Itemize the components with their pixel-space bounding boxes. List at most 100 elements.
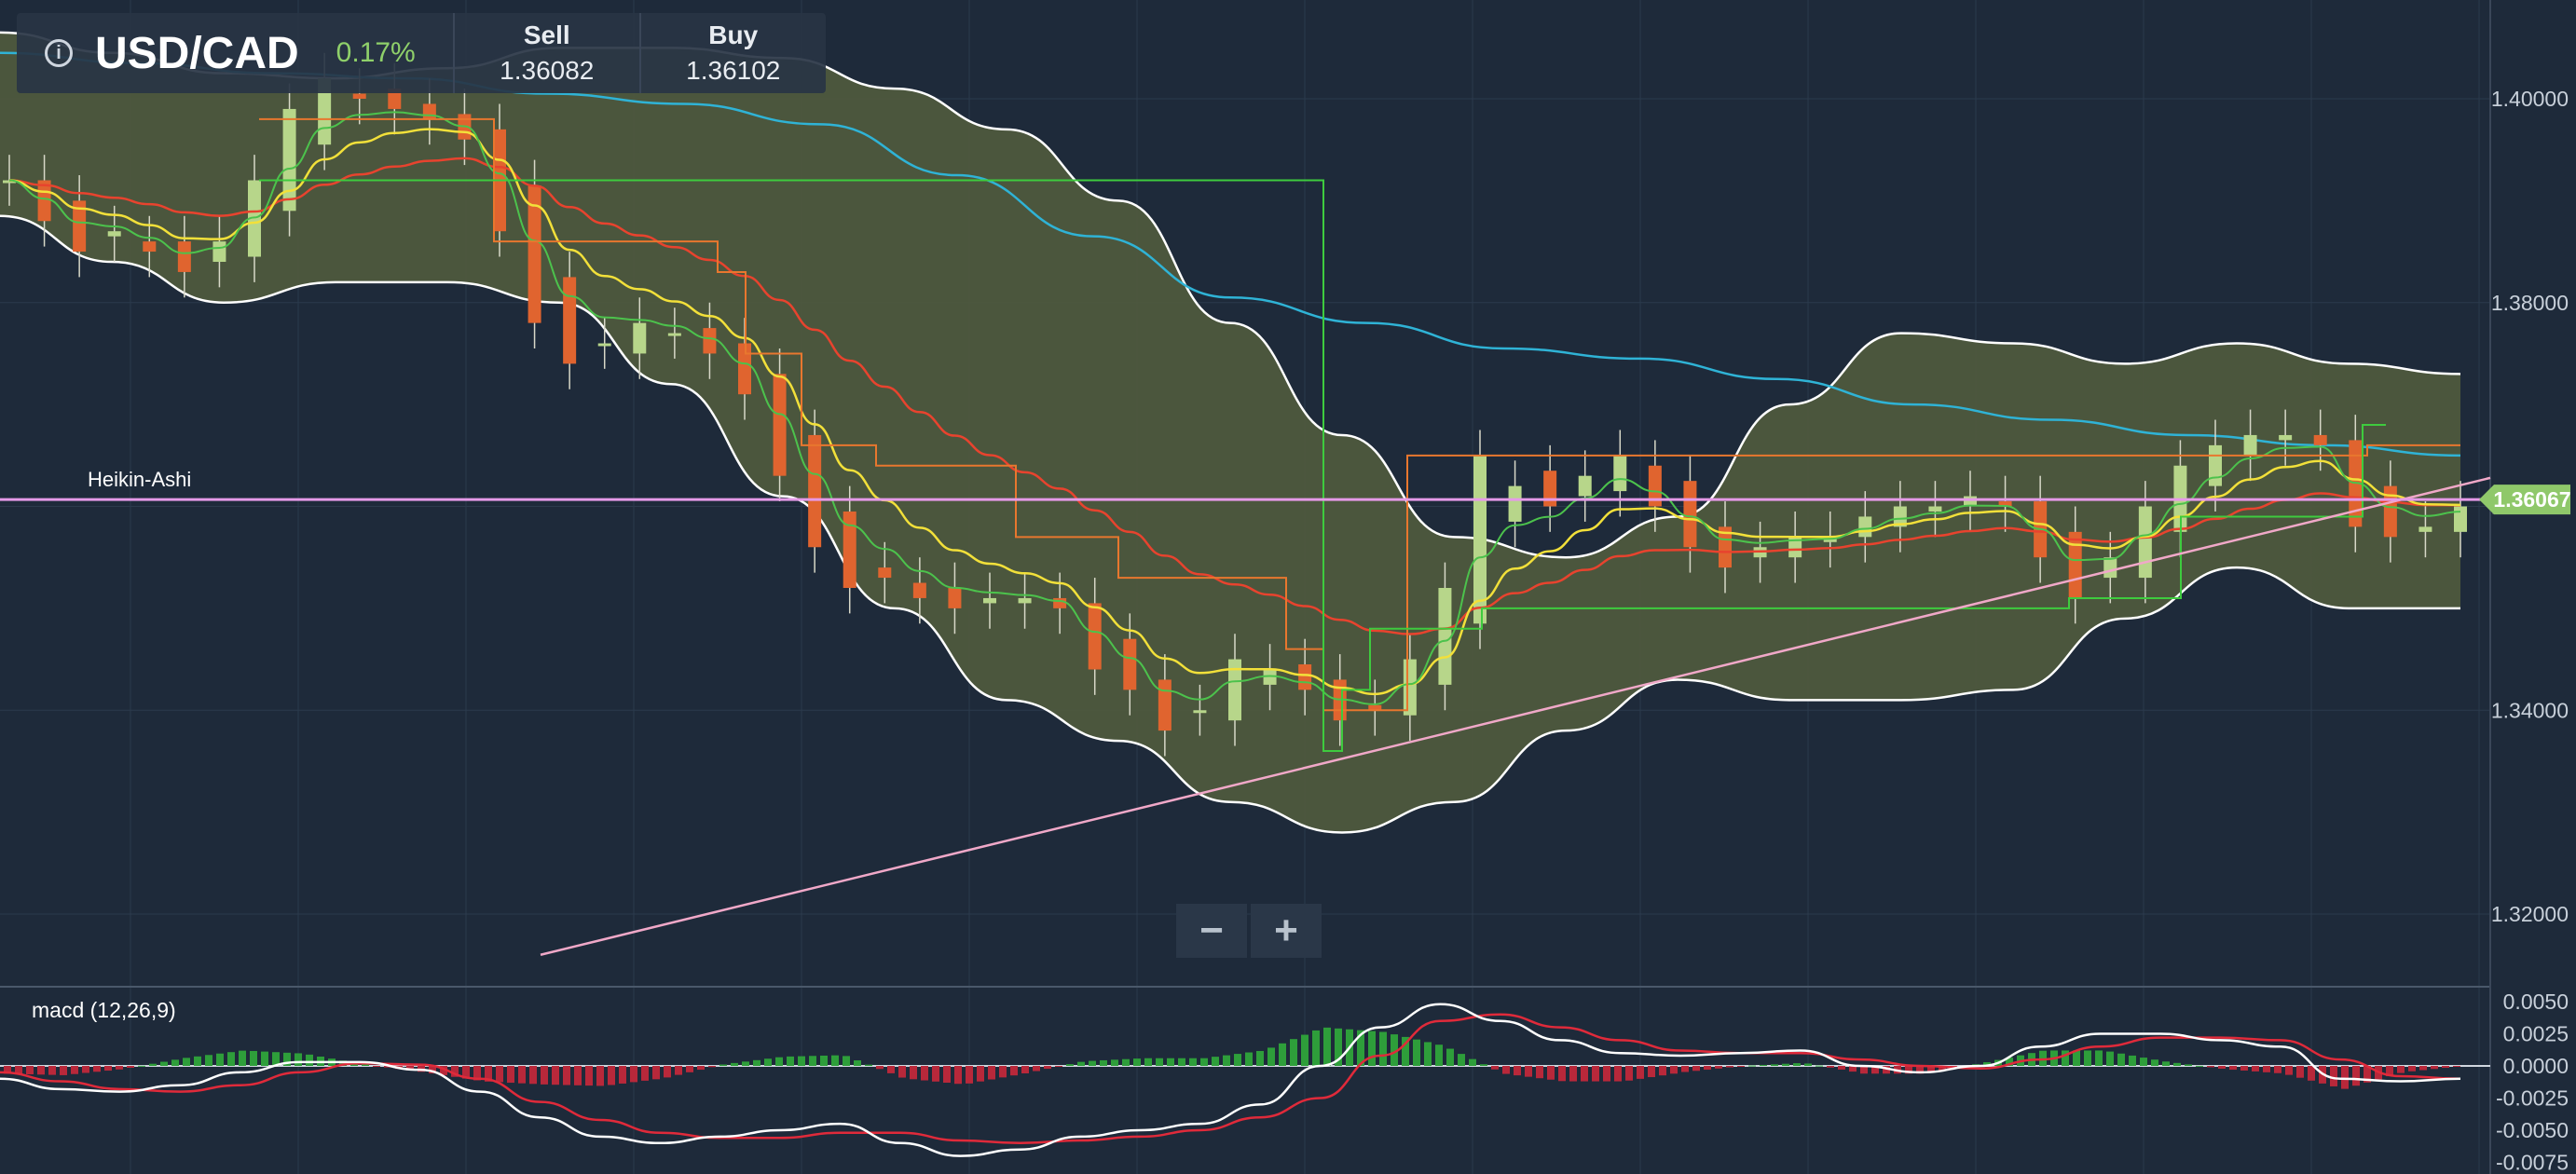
macd-bar bbox=[742, 1061, 749, 1066]
candle bbox=[633, 322, 647, 354]
macd-bar bbox=[1424, 1042, 1432, 1066]
macd-bar bbox=[2397, 1066, 2405, 1073]
candle bbox=[878, 567, 892, 579]
candle bbox=[703, 328, 717, 354]
macd-bar bbox=[731, 1062, 738, 1066]
macd-bar bbox=[48, 1066, 56, 1075]
macd-bar bbox=[1256, 1050, 1264, 1066]
macd-bar bbox=[775, 1057, 783, 1066]
macd-bar bbox=[37, 1066, 45, 1075]
macd-bar bbox=[585, 1066, 593, 1086]
macd-bar bbox=[1804, 1063, 1812, 1066]
macd-bar bbox=[1167, 1058, 1174, 1066]
candle bbox=[2454, 506, 2467, 532]
macd-bar bbox=[876, 1066, 884, 1070]
macd-bar bbox=[2252, 1066, 2259, 1072]
macd-bar bbox=[686, 1066, 693, 1072]
candle bbox=[2418, 526, 2432, 532]
buy-box[interactable]: Buy 1.36102 bbox=[641, 13, 826, 93]
macd-bar bbox=[1077, 1061, 1085, 1066]
macd-bar bbox=[1704, 1066, 1711, 1071]
macd-bar bbox=[1301, 1034, 1309, 1066]
macd-bar bbox=[1827, 1066, 1834, 1068]
macd-bar bbox=[138, 1065, 145, 1067]
macd-bar bbox=[1648, 1066, 1655, 1078]
candle bbox=[948, 588, 962, 608]
macd-bar bbox=[2095, 1050, 2103, 1066]
macd-bar bbox=[1637, 1066, 1644, 1079]
macd-bar bbox=[1760, 1064, 1767, 1066]
candle bbox=[1683, 481, 1697, 548]
macd-bar bbox=[518, 1066, 526, 1084]
macd-bar bbox=[1793, 1063, 1801, 1066]
candle bbox=[177, 241, 191, 272]
macd-bar bbox=[60, 1066, 67, 1075]
macd-bar bbox=[149, 1063, 157, 1066]
info-icon[interactable]: i bbox=[45, 39, 73, 67]
macd-bar bbox=[1692, 1066, 1700, 1072]
macd-bar bbox=[1514, 1066, 1521, 1076]
macd-bar bbox=[250, 1050, 257, 1066]
macd-bar bbox=[865, 1064, 872, 1066]
macd-title: macd (12,26,9) bbox=[32, 998, 176, 1022]
macd-bar bbox=[1279, 1043, 1286, 1066]
macd-bar bbox=[2442, 1066, 2449, 1069]
symbol-label: USD/CAD bbox=[95, 28, 299, 78]
y-tick-label: 1.32000 bbox=[2491, 902, 2569, 926]
macd-bar bbox=[2207, 1066, 2214, 1068]
candle bbox=[1438, 588, 1452, 685]
macd-bar bbox=[1100, 1059, 1107, 1066]
macd-tick-label: -0.0025 bbox=[2496, 1086, 2569, 1111]
zoom-in-button[interactable]: + bbox=[1251, 904, 1322, 958]
macd-bar bbox=[608, 1066, 615, 1085]
macd-bar bbox=[261, 1051, 268, 1066]
buy-label: Buy bbox=[708, 20, 759, 49]
macd-bar bbox=[1267, 1047, 1275, 1066]
macd-bar bbox=[216, 1053, 224, 1066]
macd-bar bbox=[1245, 1052, 1253, 1066]
macd-bar bbox=[2285, 1066, 2293, 1075]
candle bbox=[212, 241, 226, 262]
candle bbox=[107, 231, 121, 237]
macd-bar bbox=[496, 1066, 503, 1083]
price-chart[interactable]: Heikin-Ashi1.400001.380001.360001.340001… bbox=[0, 0, 2576, 1174]
zoom-out-button[interactable]: − bbox=[1176, 904, 1247, 958]
macd-bar bbox=[2084, 1050, 2091, 1066]
macd-bar bbox=[1111, 1059, 1118, 1066]
macd-bar bbox=[887, 1066, 895, 1073]
macd-bar bbox=[1592, 1066, 1599, 1082]
macd-bar bbox=[116, 1066, 123, 1070]
macd-bar bbox=[1525, 1066, 1532, 1077]
macd-bar bbox=[843, 1056, 850, 1066]
macd-bar bbox=[1569, 1066, 1577, 1082]
candle bbox=[1018, 597, 1032, 604]
macd-bar bbox=[596, 1066, 604, 1086]
macd-bar bbox=[2240, 1066, 2248, 1071]
macd-bar bbox=[1614, 1066, 1622, 1082]
macd-bar bbox=[1625, 1066, 1633, 1081]
candle bbox=[1123, 638, 1137, 690]
macd-bar bbox=[563, 1066, 570, 1085]
macd-bar bbox=[1737, 1066, 1745, 1067]
candle bbox=[1158, 679, 1172, 731]
chart-stage[interactable]: Heikin-Ashi1.400001.380001.360001.340001… bbox=[0, 0, 2576, 1174]
macd-bar bbox=[764, 1058, 772, 1066]
sell-box[interactable]: Sell 1.36082 bbox=[455, 13, 641, 93]
macd-bar bbox=[1089, 1060, 1096, 1066]
macd-bar bbox=[2151, 1059, 2158, 1066]
macd-bar bbox=[2296, 1066, 2304, 1078]
macd-bar bbox=[1312, 1030, 1320, 1066]
macd-bar bbox=[988, 1066, 995, 1080]
macd-bar bbox=[507, 1066, 514, 1084]
macd-bar bbox=[708, 1066, 716, 1068]
candle bbox=[667, 333, 681, 336]
macd-bar bbox=[127, 1066, 134, 1069]
macd-bar bbox=[1212, 1057, 1219, 1066]
y-tick-label: 1.34000 bbox=[2491, 698, 2569, 722]
macd-bar bbox=[1133, 1058, 1141, 1066]
zoom-controls: − + bbox=[1176, 904, 1325, 958]
macd-bar bbox=[1021, 1066, 1029, 1073]
macd-bar bbox=[809, 1056, 816, 1066]
macd-bar bbox=[171, 1059, 179, 1066]
macd-bar bbox=[719, 1064, 727, 1066]
